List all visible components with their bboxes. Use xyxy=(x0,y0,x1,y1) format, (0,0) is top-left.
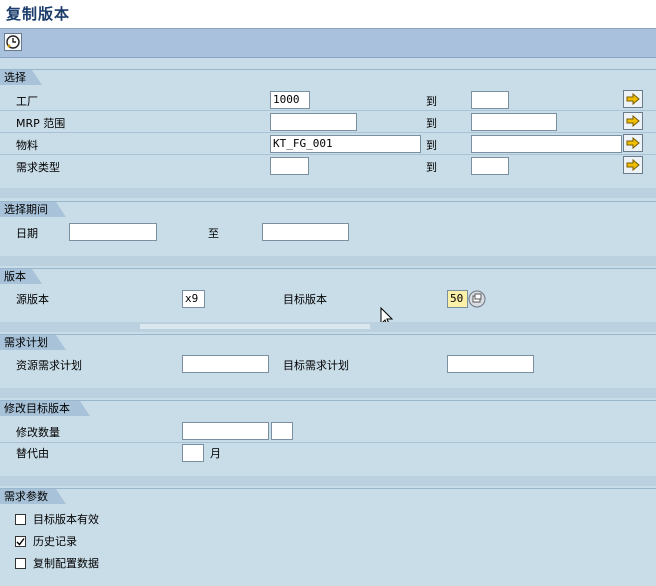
to-label: 到 xyxy=(426,95,437,108)
history-label: 历史记录 xyxy=(33,535,77,548)
mrp-area-label: MRP 范围 xyxy=(16,117,66,130)
divider xyxy=(0,132,656,133)
source-plan-input[interactable] xyxy=(182,355,269,373)
divider xyxy=(0,334,656,335)
section-header-params: 需求参数 xyxy=(0,489,66,504)
section-header-period: 选择期间 xyxy=(0,202,66,217)
divider xyxy=(0,268,656,269)
mrp-area-from-input[interactable] xyxy=(270,113,357,131)
source-version-label: 源版本 xyxy=(16,293,49,306)
divider xyxy=(0,400,656,401)
replace-by-input[interactable] xyxy=(182,444,204,462)
section-gap xyxy=(0,476,656,486)
section-gap xyxy=(0,256,656,266)
divider xyxy=(0,69,656,70)
target-version-input[interactable]: 50 xyxy=(447,290,468,308)
checkmark-icon xyxy=(16,538,25,546)
target-version-active-label: 目标版本有效 xyxy=(33,513,99,526)
material-to-input[interactable] xyxy=(471,135,622,153)
source-version-input[interactable]: x9 xyxy=(182,290,205,308)
arrow-right-icon xyxy=(626,114,640,128)
section-header-modify: 修改目标版本 xyxy=(0,401,90,416)
arrow-right-icon xyxy=(626,158,640,172)
copy-config-data-label: 复制配置数据 xyxy=(33,557,99,570)
requirement-type-from-input[interactable] xyxy=(270,157,309,175)
requirement-type-multiple-selection-button[interactable] xyxy=(623,156,643,174)
title-bar xyxy=(0,0,656,28)
mrp-area-multiple-selection-button[interactable] xyxy=(623,112,643,130)
target-plan-label: 目标需求计划 xyxy=(283,359,349,372)
application-toolbar xyxy=(0,28,656,58)
month-label: 月 xyxy=(210,447,221,460)
execute-button[interactable] xyxy=(4,33,22,51)
plant-to-input[interactable] xyxy=(471,91,509,109)
section-header-selection: 选择 xyxy=(0,70,42,85)
requirement-type-to-input[interactable] xyxy=(471,157,509,175)
change-quantity-unit-input[interactable] xyxy=(271,422,293,440)
arrow-right-icon xyxy=(626,92,640,106)
target-version-label: 目标版本 xyxy=(283,293,327,306)
material-multiple-selection-button[interactable] xyxy=(623,134,643,152)
history-checkbox[interactable] xyxy=(15,536,26,547)
search-help-icon xyxy=(468,290,486,308)
change-quantity-label: 修改数量 xyxy=(16,426,60,439)
divider xyxy=(0,488,656,489)
plant-from-input[interactable]: 1000 xyxy=(270,91,310,109)
clock-execute-icon xyxy=(6,35,20,49)
section-gap xyxy=(0,188,656,198)
material-label: 物料 xyxy=(16,139,38,152)
to-label: 至 xyxy=(208,227,219,240)
date-label: 日期 xyxy=(16,227,38,240)
divider xyxy=(0,154,656,155)
section-gap xyxy=(0,388,656,398)
target-version-active-checkbox[interactable] xyxy=(15,514,26,525)
change-quantity-input[interactable] xyxy=(182,422,269,440)
mrp-area-to-input[interactable] xyxy=(471,113,557,131)
plant-multiple-selection-button[interactable] xyxy=(623,90,643,108)
target-version-search-help[interactable] xyxy=(468,290,486,308)
plant-label: 工厂 xyxy=(16,95,38,108)
arrow-right-icon xyxy=(626,136,640,150)
to-label: 到 xyxy=(426,161,437,174)
to-label: 到 xyxy=(426,139,437,152)
target-plan-input[interactable] xyxy=(447,355,534,373)
page-title: 复制版本 xyxy=(6,5,71,23)
divider xyxy=(0,201,656,202)
source-plan-label: 资源需求计划 xyxy=(16,359,82,372)
material-from-input[interactable]: KT_FG_001 xyxy=(270,135,421,153)
section-header-version: 版本 xyxy=(0,269,42,284)
date-to-input[interactable] xyxy=(262,223,349,241)
divider xyxy=(0,442,656,443)
section-header-plan: 需求计划 xyxy=(0,335,66,350)
copy-config-data-checkbox[interactable] xyxy=(15,558,26,569)
requirement-type-label: 需求类型 xyxy=(16,161,60,174)
replace-by-label: 替代由 xyxy=(16,447,49,460)
to-label: 到 xyxy=(426,117,437,130)
divider xyxy=(0,110,656,111)
section-highlight xyxy=(140,324,370,329)
date-from-input[interactable] xyxy=(69,223,157,241)
